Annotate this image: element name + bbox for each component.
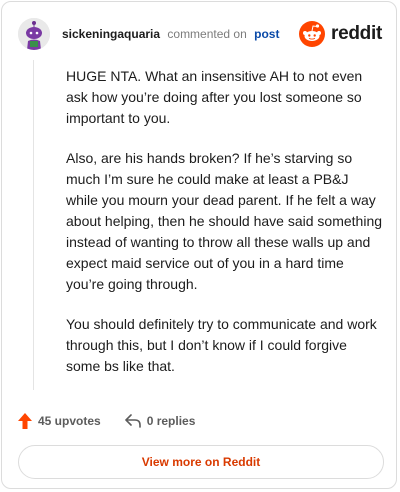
reddit-logo[interactable]: reddit [299, 20, 382, 48]
upvote-arrow-icon [18, 413, 32, 429]
upvotes-stat[interactable]: 45 upvotes [18, 413, 101, 429]
comment-embed-card: sickeningaquaria commented on post reddi… [1, 1, 397, 489]
view-more-on-reddit-button[interactable]: View more on Reddit [18, 445, 384, 479]
comment-meta: sickeningaquaria commented on post [62, 27, 279, 41]
view-more-label: View more on Reddit [141, 455, 261, 469]
comment-paragraph: Also, are his hands broken? If he’s star… [66, 150, 383, 292]
replies-count: 0 replies [146, 414, 196, 428]
user-avatar[interactable] [18, 18, 50, 50]
reddit-wordmark: reddit [331, 23, 382, 44]
comment-paragraph: HUGE NTA. What an insensitive AH to not … [66, 68, 363, 126]
commented-on-text: commented on [167, 27, 247, 41]
thread-line [33, 60, 34, 390]
reply-arrow-icon [124, 414, 141, 428]
reddit-alien-icon [299, 21, 326, 47]
comment-footer: 45 upvotes 0 replies [18, 410, 219, 432]
replies-stat[interactable]: 0 replies [124, 414, 196, 428]
post-link[interactable]: post [254, 27, 279, 41]
username-link[interactable]: sickeningaquaria [62, 27, 160, 41]
comment-header: sickeningaquaria commented on post reddi… [18, 16, 382, 56]
comment-body: HUGE NTA. What an insensitive AH to not … [66, 66, 384, 396]
upvotes-count: 45 upvotes [38, 414, 101, 428]
comment-paragraph: You should definitely try to communicate… [66, 316, 377, 374]
